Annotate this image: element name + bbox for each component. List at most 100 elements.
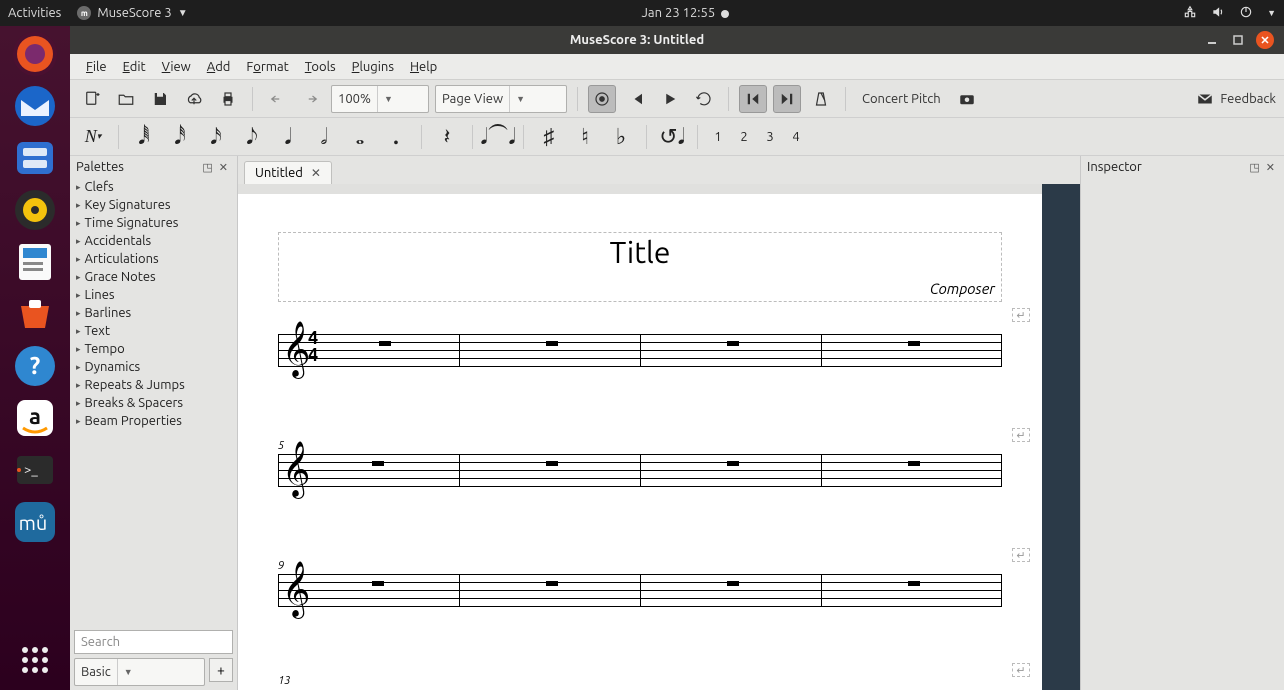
loop-out-button[interactable] [773, 85, 801, 113]
concert-pitch-button[interactable]: Concert Pitch [856, 92, 947, 106]
duration-quarter-button[interactable]: 𝅘𝅥 [273, 123, 303, 151]
document-tab-untitled[interactable]: Untitled ✕ [244, 161, 332, 184]
feedback-button[interactable]: Feedback [1196, 90, 1276, 108]
system-clock[interactable]: Jan 23 12:55 [188, 6, 1183, 20]
zoom-combo[interactable]: 100%▼ [331, 85, 429, 113]
save-button[interactable] [146, 85, 174, 113]
score-title[interactable]: Title [279, 233, 1001, 269]
launcher-amazon[interactable]: a [11, 394, 59, 442]
palette-item-text[interactable]: ▸Text [70, 322, 237, 340]
launcher-software[interactable] [11, 290, 59, 338]
loop-button[interactable] [690, 85, 718, 113]
menu-view[interactable]: View [154, 60, 199, 74]
print-button[interactable] [214, 85, 242, 113]
duration-8th-button[interactable]: 𝅘𝅥𝅮 [237, 123, 267, 151]
menu-edit[interactable]: Edit [115, 60, 154, 74]
loop-in-button[interactable] [739, 85, 767, 113]
score-system-2[interactable]: 5 ↵ 𝄞 [278, 454, 1002, 486]
score-composer[interactable]: Composer [930, 280, 995, 297]
inspector-close-button[interactable]: ✕ [1263, 161, 1278, 174]
palette-item-key-signatures[interactable]: ▸Key Signatures [70, 196, 237, 214]
score-system-1[interactable]: ↵ 𝄞 44 [278, 334, 1002, 366]
palettes-close-button[interactable]: ✕ [216, 161, 231, 174]
score-page[interactable]: Title Composer ↵ 𝄞 44 [238, 194, 1042, 690]
add-workspace-button[interactable]: + [209, 658, 233, 682]
palette-item-dynamics[interactable]: ▸Dynamics [70, 358, 237, 376]
palette-item-breaks-spacers[interactable]: ▸Breaks & Spacers [70, 394, 237, 412]
duration-64th-button[interactable]: 𝅘𝅥𝅱 [129, 123, 159, 151]
duration-16th-button[interactable]: 𝅘𝅥𝅯 [201, 123, 231, 151]
volume-icon[interactable] [1211, 5, 1225, 22]
duration-whole-button[interactable]: 𝅝 [345, 123, 375, 151]
metronome-button[interactable] [807, 85, 835, 113]
rewind-button[interactable] [622, 85, 650, 113]
palette-item-lines[interactable]: ▸Lines [70, 286, 237, 304]
launcher-thunderbird[interactable] [11, 82, 59, 130]
palette-item-grace-notes[interactable]: ▸Grace Notes [70, 268, 237, 286]
inspector-undock-button[interactable]: ◳ [1246, 161, 1262, 174]
workspace-combo[interactable]: Basic▼ [74, 658, 205, 686]
open-button[interactable] [112, 85, 140, 113]
palette-item-repeats-jumps[interactable]: ▸Repeats & Jumps [70, 376, 237, 394]
flat-button[interactable]: ♭ [606, 123, 636, 151]
palette-item-time-signatures[interactable]: ▸Time Signatures [70, 214, 237, 232]
palettes-search-input[interactable]: Search [74, 630, 233, 654]
voice-1-button[interactable]: 1 [708, 123, 728, 151]
palette-item-articulations[interactable]: ▸Articulations [70, 250, 237, 268]
view-mode-combo[interactable]: Page View▼ [435, 85, 567, 113]
redo-button[interactable] [297, 85, 325, 113]
tie-button[interactable]: 𝅘𝅥⁀𝅘𝅥 [483, 123, 513, 151]
score-view[interactable]: Title Composer ↵ 𝄞 44 [238, 184, 1080, 690]
flip-button[interactable]: ↺𝅘𝅥 [657, 123, 687, 151]
launcher-rhythmbox[interactable] [11, 186, 59, 234]
app-indicator[interactable]: m MuseScore 3 ▼ [77, 6, 187, 20]
menu-help[interactable]: Help [402, 60, 445, 74]
duration-half-button[interactable]: 𝅗𝅥 [309, 123, 339, 151]
launcher-files[interactable] [11, 134, 59, 182]
save-online-button[interactable] [180, 85, 208, 113]
voice-3-button[interactable]: 3 [760, 123, 780, 151]
activities-button[interactable]: Activities [8, 6, 61, 20]
undo-button[interactable] [263, 85, 291, 113]
window-close-button[interactable]: ✕ [1256, 31, 1274, 49]
launcher-firefox[interactable] [11, 30, 59, 78]
note-input-mode-button[interactable]: N▾ [78, 123, 108, 151]
palettes-undock-button[interactable]: ◳ [199, 161, 215, 174]
palette-item-tempo[interactable]: ▸Tempo [70, 340, 237, 358]
duration-32nd-button[interactable]: 𝅘𝅥𝅰 [165, 123, 195, 151]
title-frame[interactable]: Title Composer [278, 232, 1002, 302]
time-signature[interactable]: 44 [308, 330, 318, 364]
menu-format[interactable]: Format [238, 60, 296, 74]
palette-item-accidentals[interactable]: ▸Accidentals [70, 232, 237, 250]
launcher-writer[interactable] [11, 238, 59, 286]
system-menu-chevron-icon[interactable]: ▼ [1267, 8, 1276, 18]
new-score-button[interactable] [78, 85, 106, 113]
menu-tools[interactable]: Tools [297, 60, 344, 74]
palette-item-barlines[interactable]: ▸Barlines [70, 304, 237, 322]
launcher-musescore[interactable]: mů [11, 498, 59, 546]
launcher-terminal[interactable]: >_ [11, 446, 59, 494]
palette-item-beam-properties[interactable]: ▸Beam Properties [70, 412, 237, 430]
duration-dot-button[interactable]: . [381, 123, 411, 151]
menu-plugins[interactable]: Plugins [344, 60, 402, 74]
play-button[interactable] [656, 85, 684, 113]
palette-item-clefs[interactable]: ▸Clefs [70, 178, 237, 196]
sharp-button[interactable]: ♯ [534, 123, 564, 151]
window-minimize-button[interactable] [1204, 32, 1220, 48]
close-tab-button[interactable]: ✕ [311, 166, 321, 180]
menu-add[interactable]: Add [199, 60, 239, 74]
metronome-tempo-button[interactable] [588, 85, 616, 113]
network-icon[interactable] [1183, 5, 1197, 22]
power-icon[interactable] [1239, 5, 1253, 22]
launcher-help[interactable]: ? [11, 342, 59, 390]
rest-button[interactable]: 𝄽 [432, 123, 462, 151]
menu-file[interactable]: File [78, 60, 115, 74]
window-maximize-button[interactable] [1230, 32, 1246, 48]
svg-text:>_: >_ [24, 463, 38, 477]
voice-4-button[interactable]: 4 [786, 123, 806, 151]
image-capture-button[interactable] [953, 85, 981, 113]
launcher-show-apps[interactable] [11, 636, 59, 684]
voice-2-button[interactable]: 2 [734, 123, 754, 151]
natural-button[interactable]: ♮ [570, 123, 600, 151]
score-system-3[interactable]: 9 ↵ 𝄞 [278, 574, 1002, 606]
